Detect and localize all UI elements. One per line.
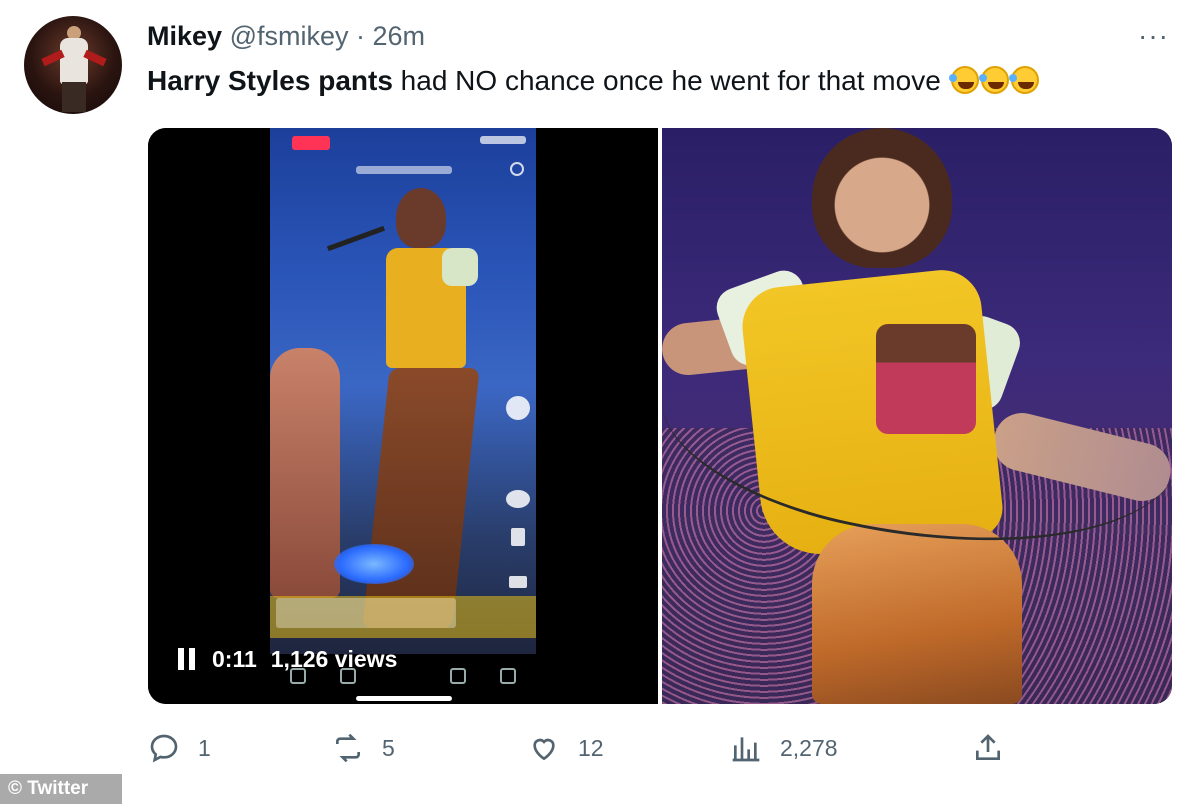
twitter-watermark: © Twitter (0, 774, 122, 804)
reply-icon (150, 734, 178, 763)
avatar-figure-body (60, 38, 88, 84)
microphone (326, 225, 386, 252)
video-frame-profile-icon (506, 396, 530, 420)
video-elapsed-time: 0:11 (212, 645, 257, 672)
tweet-text: Harry Styles pants had NO chance once he… (147, 62, 1039, 100)
performer-head (396, 188, 446, 248)
video-frame-tabs (356, 166, 452, 174)
video-frame-share-icon (509, 576, 527, 588)
video-frame-performer (326, 188, 486, 658)
view-count: 2,278 (780, 734, 838, 761)
separator-dot: · (356, 21, 365, 51)
more-options-icon[interactable]: ··· (1138, 20, 1169, 52)
repost-icon (336, 733, 360, 763)
pause-icon[interactable] (178, 648, 196, 670)
author-handle[interactable]: @fsmikey (230, 21, 349, 51)
video-frame-background-person (270, 348, 340, 598)
tweet-actions: 1 5 12 2,278 (0, 732, 1200, 772)
heart-icon (533, 738, 555, 761)
photo-performer-head (812, 128, 952, 268)
author-name[interactable]: Mikey (147, 21, 222, 51)
video-view-count: 1,126 views (270, 645, 398, 672)
tweet-text-bold: Harry Styles pants (147, 65, 393, 96)
share-button[interactable] (972, 732, 1022, 764)
like-count: 12 (578, 734, 604, 761)
video-frame-search-icon (510, 162, 524, 176)
tweet-text-rest: had NO chance once he went for that move (392, 65, 941, 96)
video-controls: 0:11 1,126 views (178, 644, 397, 674)
performer-sleeve (442, 248, 478, 286)
performer-pants (362, 368, 480, 628)
repost-count: 5 (382, 734, 395, 761)
video-frame-phone-recording (270, 128, 536, 704)
tweet-header: Mikey @fsmikey · 26m (147, 18, 425, 54)
views-button[interactable]: 2,278 (730, 732, 838, 764)
rolling-laughing-emoji-icon (1008, 66, 1039, 94)
rolling-laughing-emoji-icon (978, 66, 1009, 94)
timestamp[interactable]: 26m (373, 21, 426, 51)
video-player[interactable]: 0:11 1,126 views (148, 128, 658, 704)
video-frame-live-badge (292, 136, 330, 150)
photo-performer-pants (812, 524, 1022, 704)
video-frame-stage-light (334, 544, 414, 584)
video-frame-bookmark-icon (511, 528, 525, 546)
video-frame-comment-icon (506, 490, 530, 508)
analytics-icon (732, 737, 760, 762)
reply-button[interactable]: 1 (148, 732, 211, 764)
tweet-media[interactable]: 0:11 1,126 views (148, 128, 1172, 704)
avatar[interactable] (24, 16, 122, 114)
like-button[interactable]: 12 (528, 732, 604, 764)
video-progress-bar[interactable] (356, 696, 452, 701)
video-frame-status-bar (480, 136, 526, 144)
video-frame-inbox-icon (450, 668, 466, 684)
repost-button[interactable]: 5 (332, 732, 395, 764)
avatar-figure-legs (62, 82, 86, 112)
reply-count: 1 (198, 734, 211, 761)
photo-performer-kick[interactable] (662, 128, 1172, 704)
share-icon (976, 734, 1000, 760)
video-frame-profile-nav-icon (500, 668, 516, 684)
video-frame-caption (276, 598, 456, 628)
rolling-laughing-emoji-icon (948, 66, 979, 94)
